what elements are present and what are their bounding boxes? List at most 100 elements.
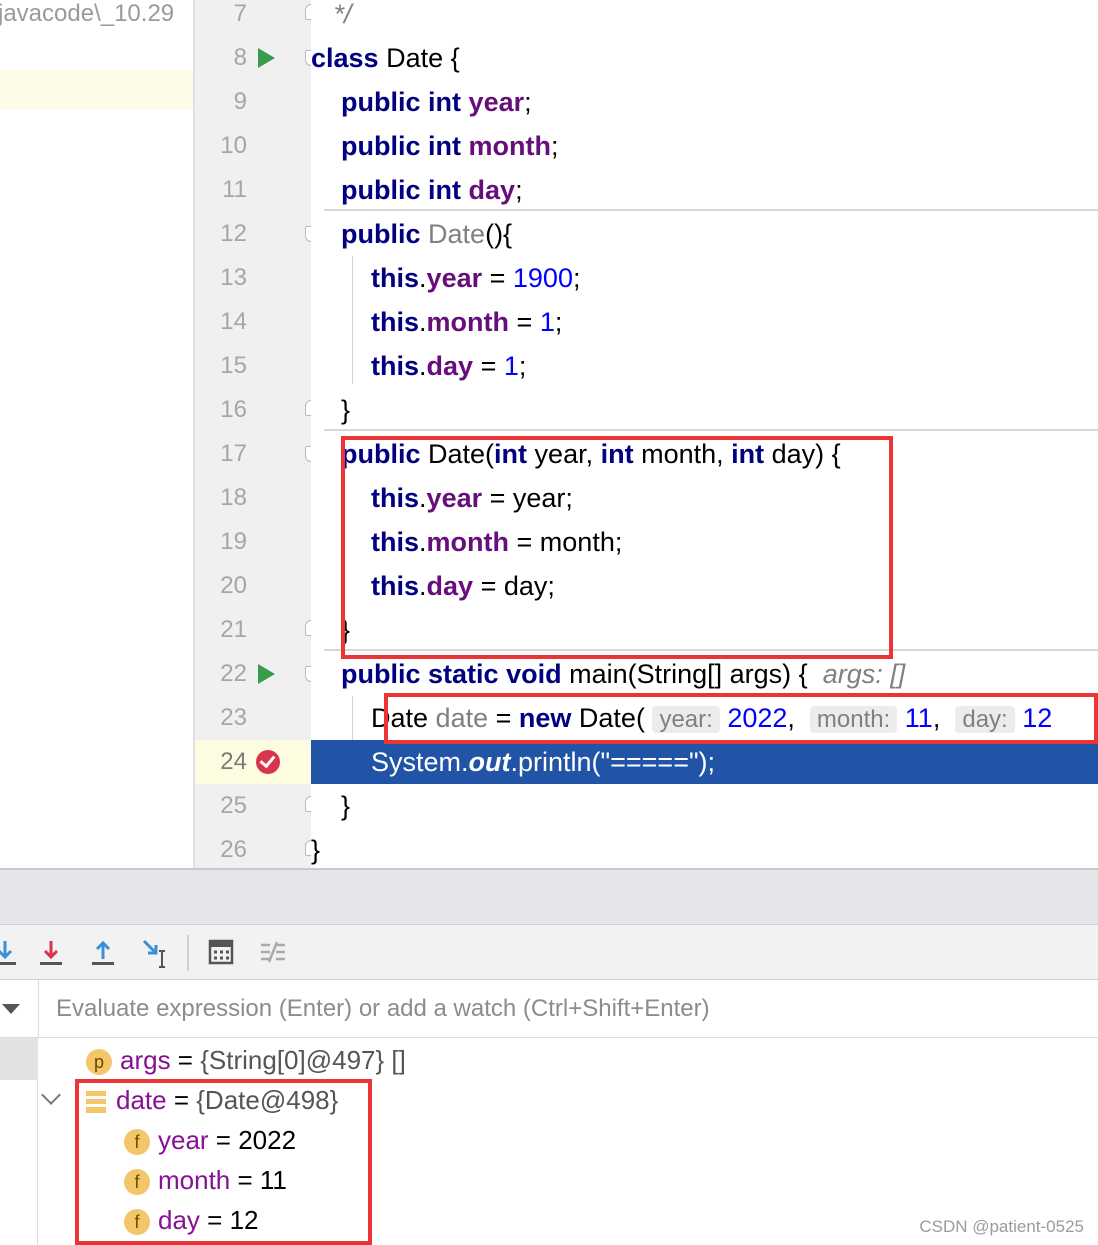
evaluate-expression-icon[interactable] [204, 935, 238, 969]
code-line[interactable]: Date date = new Date( year: 2022, month:… [311, 696, 1098, 740]
run-main-icon[interactable] [258, 664, 275, 684]
line-number: 19 [220, 528, 247, 555]
code-token: date [435, 703, 489, 733]
step-into-icon[interactable] [0, 935, 22, 969]
frame-selection[interactable] [0, 1038, 38, 1080]
code-line[interactable]: this.year = 1900; [311, 256, 1098, 300]
code-token: ; [524, 87, 532, 117]
line-number: 16 [220, 396, 247, 423]
variable-row[interactable]: f month = 11 [124, 1160, 287, 1200]
watermark: CSDN @patient-0525 [919, 1217, 1084, 1236]
code-line[interactable]: */ [311, 0, 1098, 36]
code-token: } [311, 791, 351, 821]
code-line[interactable]: this.month = 1; [311, 300, 1098, 344]
code-line[interactable]: public int month; [311, 124, 1098, 168]
chevron-down-icon[interactable] [41, 1085, 61, 1105]
code-token: . [419, 483, 427, 513]
run-to-cursor-icon[interactable] [138, 935, 172, 969]
breakpoint-icon[interactable] [256, 750, 280, 774]
code-line[interactable]: this.day = 1; [311, 344, 1098, 388]
code-token: = [509, 307, 540, 337]
code-token: public [341, 439, 421, 469]
code-token: args: [] [822, 659, 906, 689]
variable-row[interactable]: f year = 2022 [124, 1120, 296, 1160]
variable-value: 2022 [238, 1125, 297, 1155]
code-token: day [468, 175, 516, 205]
code-line[interactable]: class Date { [311, 36, 1098, 80]
line-number: 17 [220, 440, 247, 467]
code-line[interactable]: this.year = year; [311, 476, 1098, 520]
object-icon [86, 1091, 106, 1114]
code-token: month [468, 131, 552, 161]
line-number: 8 [233, 44, 247, 71]
code-line[interactable]: } [311, 608, 1098, 652]
code-token: int [731, 439, 765, 469]
code-token: day [426, 571, 474, 601]
code-token: ; [572, 263, 581, 293]
toolbar-separator [187, 935, 189, 971]
code-token: Date( [420, 439, 495, 469]
line-number: 18 [220, 484, 247, 511]
code-token: 2022 [727, 703, 788, 733]
code-line[interactable]: public static void main(String[] args) {… [311, 652, 1098, 696]
variable-row[interactable]: date = {Date@498} [86, 1080, 338, 1120]
code-line[interactable]: public Date(){ [311, 212, 1098, 256]
variable-name: args [120, 1045, 171, 1075]
code-line[interactable]: public int year; [311, 80, 1098, 124]
variable-equals: = [208, 1125, 239, 1155]
line-number: 24 [220, 748, 247, 775]
execution-line[interactable]: System.out.println("====="); [311, 740, 1098, 784]
trace-stream-icon[interactable] [256, 935, 290, 969]
editor-gutter[interactable]: 7 8 9 10 11 12 13 14 15 16 17 18 19 20 21 22 23 24 25 26 [193, 0, 319, 870]
project-tree-item[interactable]: javacode\_10.29 [0, 0, 174, 28]
evaluate-expression-input[interactable] [38, 980, 1098, 1037]
code-line[interactable]: } [311, 784, 1098, 828]
code-token: = day; [473, 571, 555, 601]
line-number: 22 [220, 660, 247, 687]
step-out-icon[interactable] [86, 935, 120, 969]
code-token: } [311, 615, 351, 645]
code-token: ; [554, 307, 563, 337]
code-token: int [600, 439, 634, 469]
code-token: day) { [764, 439, 841, 469]
code-token: , [787, 703, 810, 733]
code-line[interactable]: public Date(int year, int month, int day… [311, 432, 1098, 476]
code-token: 11 [904, 703, 933, 733]
code-token: = year; [482, 483, 573, 513]
code-line[interactable]: } [311, 828, 1098, 870]
line-number: 15 [220, 352, 247, 379]
code-token: Date( [571, 703, 653, 733]
code-token: } [311, 835, 321, 865]
code-token: day [426, 351, 474, 381]
variable-value: {String[0]@497} [] [200, 1045, 406, 1075]
line-number: 10 [220, 132, 247, 159]
parameter-icon: p [86, 1049, 112, 1076]
code-editor[interactable]: */ class Date { public int year; public i… [311, 0, 1098, 870]
code-line[interactable]: public int day; [311, 168, 1098, 212]
code-line[interactable]: this.month = month; [311, 520, 1098, 564]
variable-row[interactable]: p args = {String[0]@497} [] [86, 1040, 406, 1080]
force-step-into-icon[interactable] [34, 935, 68, 969]
code-token: ; [551, 131, 559, 161]
code-line[interactable]: this.day = day; [311, 564, 1098, 608]
run-class-icon[interactable] [258, 48, 275, 68]
code-token: public [341, 87, 421, 117]
code-token: this [371, 307, 420, 337]
variable-row[interactable]: f day = 12 [124, 1200, 258, 1240]
code-token: void [506, 659, 562, 689]
code-line[interactable]: } [311, 388, 1098, 432]
debug-panel-header[interactable] [0, 868, 1098, 924]
code-token: . [419, 263, 427, 293]
collapse-arrow-icon[interactable] [2, 1004, 20, 1014]
code-token: int [494, 439, 528, 469]
code-token: } [311, 395, 351, 425]
line-number: 12 [220, 220, 247, 247]
